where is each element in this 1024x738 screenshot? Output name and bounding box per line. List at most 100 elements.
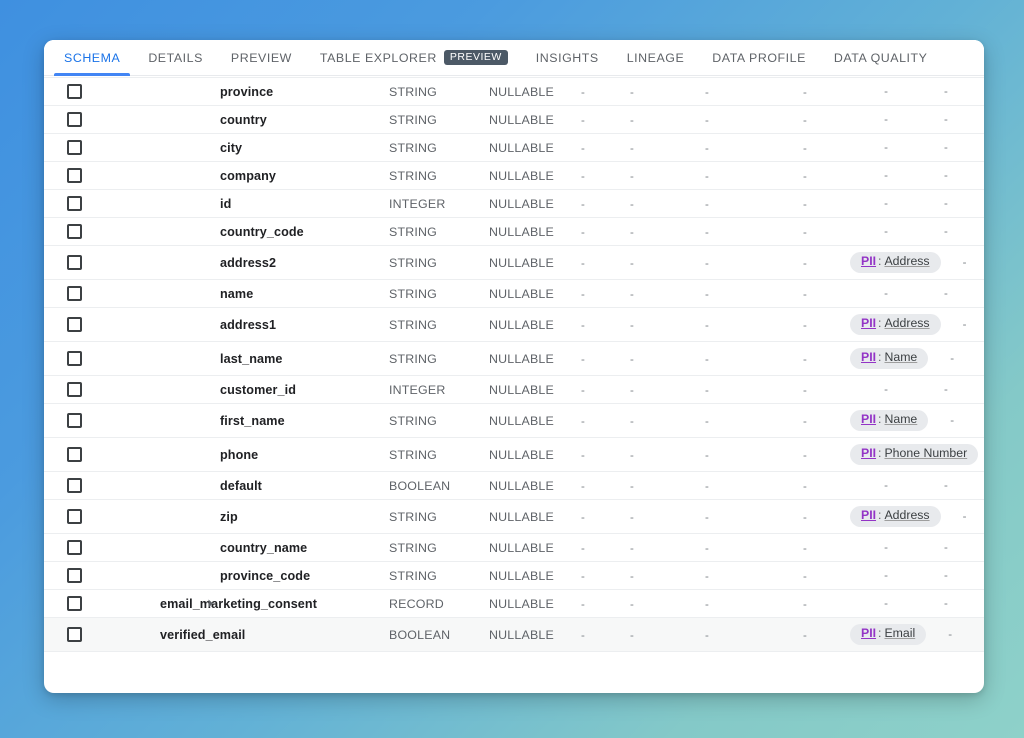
empty-dash: - — [581, 385, 585, 397]
empty-dash: - — [944, 480, 948, 492]
pii-policy-tag[interactable]: PII:Address — [850, 314, 941, 335]
empty-dash: - — [963, 319, 967, 331]
field-type: INTEGER — [389, 383, 489, 397]
empty-dash: - — [581, 199, 585, 211]
field-type: INTEGER — [389, 197, 489, 211]
row-checkbox-cell — [44, 168, 104, 183]
table-row[interactable]: defaultBOOLEANNULLABLE------ — [44, 472, 984, 500]
tab-lineage[interactable]: LINEAGE — [613, 40, 699, 76]
empty-dash: - — [705, 571, 709, 583]
row-checkbox[interactable] — [67, 627, 82, 642]
pii-prefix: PII — [861, 255, 876, 269]
row-checkbox[interactable] — [67, 196, 82, 211]
pii-policy-tag[interactable]: PII:Email — [850, 624, 926, 645]
table-row[interactable]: province_codeSTRINGNULLABLE------ — [44, 562, 984, 590]
table-row[interactable]: address1STRINGNULLABLE----PII:Address- — [44, 308, 984, 342]
tab-data-quality[interactable]: DATA QUALITY — [820, 40, 942, 76]
field-mode: NULLABLE — [489, 256, 581, 270]
empty-dash: - — [944, 570, 948, 582]
row-checkbox[interactable] — [67, 596, 82, 611]
pii-policy-tag[interactable]: PII:Name — [850, 410, 928, 431]
pii-category: Phone Number — [884, 447, 967, 461]
tab-label: INSIGHTS — [536, 51, 599, 65]
empty-dash: - — [944, 226, 948, 238]
field-empty-cell-1: - — [581, 256, 630, 270]
row-checkbox-cell — [44, 509, 104, 524]
schema-table-scroll-area[interactable]: customerRECORDNULLABLE------default_addr… — [44, 40, 984, 693]
field-name: country_code — [104, 225, 304, 239]
row-checkbox-cell — [44, 317, 104, 332]
table-row[interactable]: country_nameSTRINGNULLABLE------ — [44, 534, 984, 562]
pii-prefix: PII — [861, 447, 876, 461]
chevron-right-icon[interactable] — [203, 597, 217, 611]
pii-policy-tag[interactable]: PII:Address — [850, 506, 941, 527]
pii-separator: : — [878, 255, 881, 269]
tab-details[interactable]: DETAILS — [134, 40, 217, 76]
table-row[interactable]: country_codeSTRINGNULLABLE------ — [44, 218, 984, 246]
tab-preview[interactable]: PREVIEW — [217, 40, 306, 76]
field-empty-cell-last: - — [944, 480, 984, 492]
row-checkbox[interactable] — [67, 568, 82, 583]
field-empty-cell-last: - — [950, 415, 984, 427]
table-row[interactable]: companySTRINGNULLABLE------ — [44, 162, 984, 190]
row-checkbox[interactable] — [67, 168, 82, 183]
tab-data-profile[interactable]: DATA PROFILE — [698, 40, 820, 76]
row-checkbox[interactable] — [67, 255, 82, 270]
row-checkbox[interactable] — [67, 112, 82, 127]
table-row[interactable]: first_nameSTRINGNULLABLE----PII:Name- — [44, 404, 984, 438]
field-name: zip — [104, 510, 238, 524]
pii-policy-tag[interactable]: PII:Phone Number — [850, 444, 978, 465]
table-row[interactable]: email_marketing_consentRECORDNULLABLE---… — [44, 590, 984, 618]
row-checkbox[interactable] — [67, 84, 82, 99]
table-row[interactable]: provinceSTRINGNULLABLE------ — [44, 78, 984, 106]
field-mode: NULLABLE — [489, 597, 581, 611]
field-empty-cell-4: - — [803, 569, 850, 583]
row-checkbox[interactable] — [67, 351, 82, 366]
field-empty-cell-4: - — [803, 141, 850, 155]
empty-dash: - — [705, 354, 709, 366]
empty-dash: - — [630, 354, 634, 366]
table-row[interactable]: address2STRINGNULLABLE----PII:Address- — [44, 246, 984, 280]
tab-preview-badge: PREVIEW — [444, 50, 508, 66]
row-checkbox[interactable] — [67, 317, 82, 332]
field-empty-cell-4: - — [803, 510, 850, 524]
row-checkbox[interactable] — [67, 478, 82, 493]
pii-category: Address — [884, 509, 929, 523]
row-checkbox[interactable] — [67, 286, 82, 301]
empty-dash: - — [630, 481, 634, 493]
field-type: STRING — [389, 414, 489, 428]
row-checkbox[interactable] — [67, 447, 82, 462]
table-row[interactable]: last_nameSTRINGNULLABLE----PII:Name- — [44, 342, 984, 376]
row-checkbox[interactable] — [67, 509, 82, 524]
row-checkbox-cell — [44, 255, 104, 270]
table-row[interactable]: nameSTRINGNULLABLE------ — [44, 280, 984, 308]
field-empty-cell-4: - — [803, 352, 850, 366]
table-row[interactable]: zipSTRINGNULLABLE----PII:Address- — [44, 500, 984, 534]
field-name-cell: verified_email — [104, 628, 389, 642]
tab-insights[interactable]: INSIGHTS — [522, 40, 613, 76]
row-checkbox[interactable] — [67, 540, 82, 555]
empty-dash: - — [581, 354, 585, 366]
table-row[interactable]: phoneSTRINGNULLABLE----PII:Phone Number- — [44, 438, 984, 472]
policy-tag-cell: PII:Address — [850, 506, 963, 527]
empty-dash: - — [705, 599, 709, 611]
row-checkbox[interactable] — [67, 224, 82, 239]
field-empty-cell-3: - — [705, 541, 803, 555]
field-empty-cell-last: - — [944, 542, 984, 554]
row-checkbox[interactable] — [67, 413, 82, 428]
table-row[interactable]: verified_emailBOOLEANNULLABLE----PII:Ema… — [44, 618, 984, 652]
table-row[interactable]: idINTEGERNULLABLE------ — [44, 190, 984, 218]
pii-policy-tag[interactable]: PII:Address — [850, 252, 941, 273]
table-row[interactable]: countrySTRINGNULLABLE------ — [44, 106, 984, 134]
table-row[interactable]: customer_idINTEGERNULLABLE------ — [44, 376, 984, 404]
table-row[interactable]: citySTRINGNULLABLE------ — [44, 134, 984, 162]
field-empty-cell-1: - — [581, 541, 630, 555]
row-checkbox[interactable] — [67, 140, 82, 155]
field-empty-cell-2: - — [630, 448, 705, 462]
tab-table-explorer[interactable]: TABLE EXPLORERPREVIEW — [306, 40, 522, 76]
row-checkbox[interactable] — [67, 382, 82, 397]
pii-policy-tag[interactable]: PII:Name — [850, 348, 928, 369]
tab-schema[interactable]: SCHEMA — [50, 40, 134, 76]
field-empty-cell-4: - — [803, 256, 850, 270]
empty-dash: - — [884, 198, 888, 210]
